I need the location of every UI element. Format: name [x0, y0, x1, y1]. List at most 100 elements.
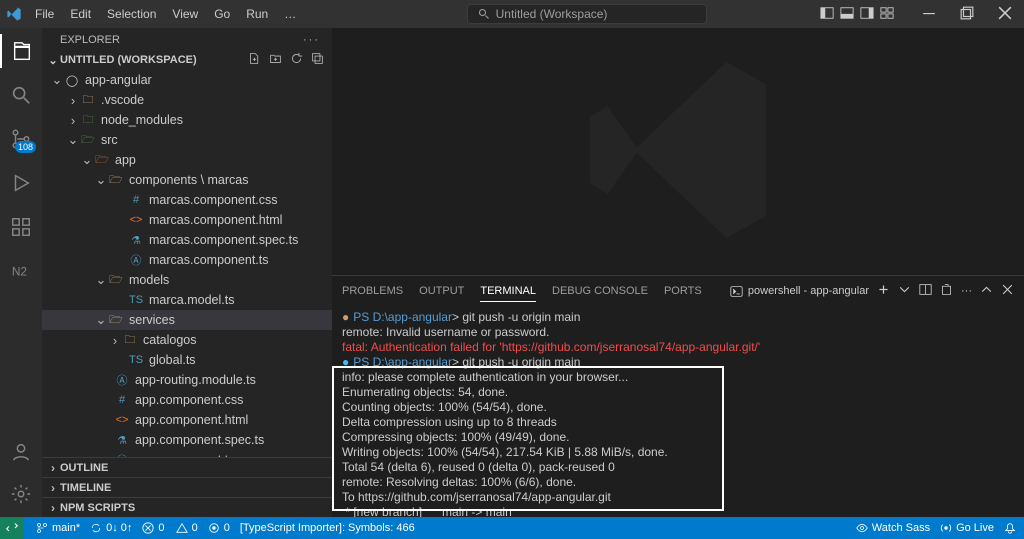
- new-folder-icon[interactable]: [269, 52, 282, 68]
- status-sync[interactable]: 0↓ 0↑: [90, 522, 132, 534]
- remote-indicator[interactable]: [0, 517, 24, 539]
- explorer-sidebar: EXPLORER ··· ⌄ UNTITLED (WORKSPACE) ⌄◯ap…: [42, 28, 332, 517]
- window-minimize-icon[interactable]: [916, 3, 942, 26]
- activity-run-debug[interactable]: [0, 166, 42, 200]
- status-ts-importer[interactable]: [TypeScript Importer]: Symbols: 466: [240, 522, 415, 534]
- bell-icon: [1004, 522, 1016, 534]
- tree-folder-root[interactable]: ⌄◯app-angular: [42, 70, 332, 90]
- tree-file-marcas-html[interactable]: ·<>marcas.component.html: [42, 210, 332, 230]
- bottom-panel: PROBLEMS OUTPUT TERMINAL DEBUG CONSOLE P…: [332, 275, 1024, 517]
- panel-maximize-icon[interactable]: [980, 283, 993, 299]
- tree-file-app-html[interactable]: ·<>app.component.html: [42, 410, 332, 430]
- tree-folder-node-modules[interactable]: ›🗀node_modules: [42, 110, 332, 130]
- explorer-title: EXPLORER: [60, 34, 120, 46]
- vscode-watermark-icon: [568, 40, 788, 263]
- kill-terminal-icon[interactable]: [940, 283, 953, 299]
- activity-settings[interactable]: [0, 477, 42, 511]
- error-icon: [142, 522, 154, 534]
- status-problems[interactable]: 0 0: [142, 522, 197, 534]
- collapse-all-icon[interactable]: [311, 52, 324, 68]
- broadcast-icon: [940, 522, 952, 534]
- tree-file-app-spec[interactable]: ·⚗app.component.spec.ts: [42, 430, 332, 450]
- layout-panel-icon[interactable]: [840, 6, 854, 23]
- layout-customize-icon[interactable]: [880, 6, 894, 23]
- tree-file-app-css[interactable]: ·#app.component.css: [42, 390, 332, 410]
- git-branch-icon: [36, 522, 48, 534]
- tree-folder-catalogos[interactable]: ›🗀catalogos: [42, 330, 332, 350]
- tree-file-marcas-spec[interactable]: ·⚗marcas.component.spec.ts: [42, 230, 332, 250]
- panel-more-icon[interactable]: ···: [961, 285, 972, 297]
- activity-n2[interactable]: N2: [0, 254, 42, 288]
- status-branch[interactable]: main*: [36, 522, 80, 534]
- status-watch-sass[interactable]: Watch Sass: [856, 522, 930, 534]
- editor-area: PROBLEMS OUTPUT TERMINAL DEBUG CONSOLE P…: [332, 28, 1024, 517]
- status-bar: main* 0↓ 0↑ 0 0 0 [TypeScript Importer]:…: [0, 517, 1024, 539]
- window-close-icon[interactable]: [992, 3, 1018, 26]
- section-npm-scripts[interactable]: ›NPM SCRIPTS: [42, 497, 332, 517]
- status-notifications[interactable]: [1004, 522, 1016, 534]
- tree-folder-services[interactable]: ⌄🗁services: [42, 310, 332, 330]
- terminal-shell-label[interactable]: powershell - app-angular: [730, 285, 869, 298]
- workspace-label: UNTITLED (WORKSPACE): [60, 54, 197, 66]
- tab-problems[interactable]: PROBLEMS: [342, 281, 403, 301]
- radio-icon: [208, 522, 220, 534]
- tree-folder-src[interactable]: ⌄🗁src: [42, 130, 332, 150]
- terminal-output[interactable]: ●PS D:\app-angular> git push -u origin m…: [332, 306, 1024, 517]
- activity-extensions[interactable]: [0, 210, 42, 244]
- menu-go[interactable]: Go: [207, 4, 237, 24]
- file-tree: ⌄◯app-angular ›🗀.vscode ›🗀node_modules ⌄…: [42, 70, 332, 457]
- menu-bar: File Edit Selection View Go Run …: [28, 4, 303, 24]
- command-center-search[interactable]: Untitled (Workspace): [467, 4, 707, 24]
- section-outline[interactable]: ›OUTLINE: [42, 457, 332, 477]
- menu-selection[interactable]: Selection: [100, 4, 163, 24]
- menu-edit[interactable]: Edit: [63, 4, 98, 24]
- refresh-icon[interactable]: [290, 52, 303, 68]
- sync-icon: [90, 522, 102, 534]
- tree-folder-models[interactable]: ⌄🗁models: [42, 270, 332, 290]
- tab-ports[interactable]: PORTS: [664, 281, 702, 301]
- panel-close-icon[interactable]: [1001, 283, 1014, 299]
- menu-overflow[interactable]: …: [277, 4, 303, 24]
- section-timeline[interactable]: ›TIMELINE: [42, 477, 332, 497]
- tree-file-marcas-ts[interactable]: ·Ⓐmarcas.component.ts: [42, 250, 332, 270]
- vscode-logo-icon: [6, 6, 22, 22]
- editor-empty-canvas: [332, 28, 1024, 275]
- activity-accounts[interactable]: [0, 435, 42, 469]
- powershell-icon: [730, 285, 743, 298]
- tab-terminal[interactable]: TERMINAL: [480, 281, 536, 302]
- tree-file-app-ts[interactable]: ·Ⓐapp.component.ts: [42, 450, 332, 457]
- menu-file[interactable]: File: [28, 4, 61, 24]
- menu-run[interactable]: Run: [239, 4, 275, 24]
- tree-folder-app[interactable]: ⌄🗁app: [42, 150, 332, 170]
- tree-file-marca-model[interactable]: ·TSmarca.model.ts: [42, 290, 332, 310]
- status-go-live[interactable]: Go Live: [940, 522, 994, 534]
- workspace-header[interactable]: ⌄ UNTITLED (WORKSPACE): [42, 50, 332, 70]
- layout-sidebar-right-icon[interactable]: [860, 6, 874, 23]
- tree-file-routing[interactable]: ·Ⓐapp-routing.module.ts: [42, 370, 332, 390]
- svg-text:N2: N2: [12, 265, 28, 279]
- activity-bar: 108 N2: [0, 28, 42, 517]
- explorer-more-icon[interactable]: ···: [303, 34, 320, 46]
- activity-explorer[interactable]: [0, 34, 42, 68]
- activity-search[interactable]: [0, 78, 42, 112]
- source-control-badge: 108: [15, 141, 36, 153]
- tab-output[interactable]: OUTPUT: [419, 281, 464, 301]
- new-file-icon[interactable]: [248, 52, 261, 68]
- search-placeholder: Untitled (Workspace): [496, 7, 608, 21]
- warning-icon: [176, 522, 188, 534]
- activity-source-control[interactable]: 108: [0, 122, 42, 156]
- split-terminal-icon[interactable]: [919, 283, 932, 299]
- tree-file-marcas-css[interactable]: ·#marcas.component.css: [42, 190, 332, 210]
- terminal-dropdown-icon[interactable]: [898, 283, 911, 299]
- tab-debug-console[interactable]: DEBUG CONSOLE: [552, 281, 648, 301]
- eye-icon: [856, 522, 868, 534]
- menu-view[interactable]: View: [165, 4, 205, 24]
- tree-file-global-ts[interactable]: ·TSglobal.ts: [42, 350, 332, 370]
- status-ports[interactable]: 0: [208, 522, 230, 534]
- title-bar: File Edit Selection View Go Run … Untitl…: [0, 0, 1024, 28]
- tree-folder-components[interactable]: ⌄🗁components \ marcas: [42, 170, 332, 190]
- new-terminal-icon[interactable]: [877, 283, 890, 299]
- window-restore-icon[interactable]: [954, 3, 980, 26]
- tree-folder-vscode[interactable]: ›🗀.vscode: [42, 90, 332, 110]
- layout-sidebar-left-icon[interactable]: [820, 6, 834, 23]
